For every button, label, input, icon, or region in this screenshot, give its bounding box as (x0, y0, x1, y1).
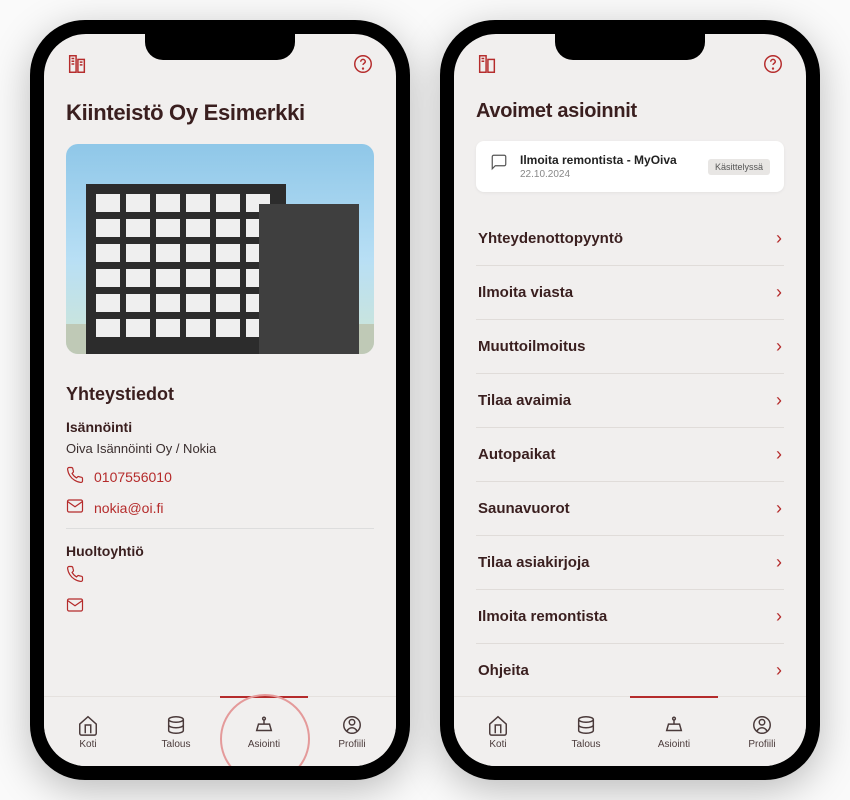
management-name: Oiva Isännöinti Oy / Nokia (66, 441, 374, 456)
nav-label: Asiointi (248, 739, 280, 750)
open-case-card[interactable]: Ilmoita remontista - MyOiva 22.10.2024 K… (476, 141, 784, 192)
menu-label: Tilaa asiakirjoja (478, 554, 589, 571)
status-badge: Käsittelyssä (708, 159, 770, 175)
menu-item-ilmoita-viasta[interactable]: Ilmoita viasta › (476, 266, 784, 320)
phone-right: Avoimet asioinnit Ilmoita remontista - M… (440, 20, 820, 780)
menu-label: Ilmoita viasta (478, 284, 573, 301)
content-home: Kiinteistö Oy Esimerkki Yhteystiedot Isä… (44, 84, 396, 696)
bottom-nav: Koti Talous Asiointi Profiili (454, 696, 806, 766)
menu-item-ilmoita-remontista[interactable]: Ilmoita remontista › (476, 590, 784, 644)
active-indicator (630, 696, 718, 698)
case-date: 22.10.2024 (520, 169, 696, 180)
contacts-heading: Yhteystiedot (66, 384, 374, 405)
menu-item-tilaa-avaimia[interactable]: Tilaa avaimia › (476, 374, 784, 428)
nav-label: Profiili (338, 739, 365, 750)
chevron-right-icon: › (776, 390, 782, 411)
phone-number: 0107556010 (94, 469, 172, 485)
chevron-right-icon: › (776, 444, 782, 465)
phone-notch (145, 34, 295, 60)
menu-item-muuttoilmoitus[interactable]: Muuttoilmoitus › (476, 320, 784, 374)
menu-label: Ohjeita (478, 662, 529, 679)
building-admin-icon[interactable] (476, 53, 498, 80)
maintenance-phone-link[interactable] (66, 565, 374, 586)
chat-icon (490, 153, 508, 176)
content-asiointi: Avoimet asioinnit Ilmoita remontista - M… (454, 84, 806, 696)
nav-label: Asiointi (658, 739, 690, 750)
menu-item-tilaa-asiakirjoja[interactable]: Tilaa asiakirjoja › (476, 536, 784, 590)
help-icon[interactable] (762, 53, 784, 80)
email-address: nokia@oi.fi (94, 500, 163, 516)
menu-label: Ilmoita remontista (478, 608, 607, 625)
nav-label: Talous (162, 739, 191, 750)
menu-label: Saunavuorot (478, 500, 570, 517)
bottom-nav: Koti Talous Asiointi Profiili (44, 696, 396, 766)
nav-profiili[interactable]: Profiili (718, 697, 806, 766)
divider (66, 528, 374, 529)
service-menu: Yhteydenottopyyntö › Ilmoita viasta › Muut… (476, 212, 784, 696)
chevron-right-icon: › (776, 606, 782, 627)
menu-item-saunavuorot[interactable]: Saunavuorot › (476, 482, 784, 536)
email-link[interactable]: nokia@oi.fi (66, 497, 374, 518)
email-icon (66, 596, 84, 617)
menu-label: Muuttoilmoitus (478, 338, 585, 355)
chevron-right-icon: › (776, 336, 782, 357)
nav-label: Talous (572, 739, 601, 750)
nav-label: Koti (489, 739, 506, 750)
screen-home: Kiinteistö Oy Esimerkki Yhteystiedot Isä… (44, 34, 396, 766)
building-admin-icon[interactable] (66, 53, 88, 80)
nav-label: Profiili (748, 739, 775, 750)
case-title: Ilmoita remontista - MyOiva (520, 153, 696, 167)
nav-label: Koti (79, 739, 96, 750)
page-title: Kiinteistö Oy Esimerkki (66, 100, 374, 126)
maintenance-email-link[interactable] (66, 596, 374, 617)
nav-talous[interactable]: Talous (542, 697, 630, 766)
building-image (66, 144, 374, 354)
active-indicator (220, 696, 308, 698)
chevron-right-icon: › (776, 660, 782, 681)
nav-asiointi[interactable]: Asiointi (220, 697, 308, 766)
nav-asiointi[interactable]: Asiointi (630, 697, 718, 766)
nav-koti[interactable]: Koti (44, 697, 132, 766)
menu-label: Tilaa avaimia (478, 392, 571, 409)
menu-label: Autopaikat (478, 446, 556, 463)
email-icon (66, 497, 84, 518)
chevron-right-icon: › (776, 282, 782, 303)
chevron-right-icon: › (776, 498, 782, 519)
menu-label: Yhteydenottopyyntö (478, 230, 623, 247)
chevron-right-icon: › (776, 552, 782, 573)
menu-item-ohjeita[interactable]: Ohjeita › (476, 644, 784, 696)
menu-item-yhteydenottopyynto[interactable]: Yhteydenottopyyntö › (476, 212, 784, 266)
maintenance-heading: Huoltoyhtiö (66, 543, 374, 559)
phone-icon (66, 466, 84, 487)
management-heading: Isännöinti (66, 419, 374, 435)
page-title: Avoimet asioinnit (476, 100, 784, 123)
phone-icon (66, 565, 84, 586)
phone-notch (555, 34, 705, 60)
nav-talous[interactable]: Talous (132, 697, 220, 766)
chevron-right-icon: › (776, 228, 782, 249)
nav-profiili[interactable]: Profiili (308, 697, 396, 766)
screen-asiointi: Avoimet asioinnit Ilmoita remontista - M… (454, 34, 806, 766)
menu-item-autopaikat[interactable]: Autopaikat › (476, 428, 784, 482)
nav-koti[interactable]: Koti (454, 697, 542, 766)
help-icon[interactable] (352, 53, 374, 80)
phone-link[interactable]: 0107556010 (66, 466, 374, 487)
phone-left: Kiinteistö Oy Esimerkki Yhteystiedot Isä… (30, 20, 410, 780)
